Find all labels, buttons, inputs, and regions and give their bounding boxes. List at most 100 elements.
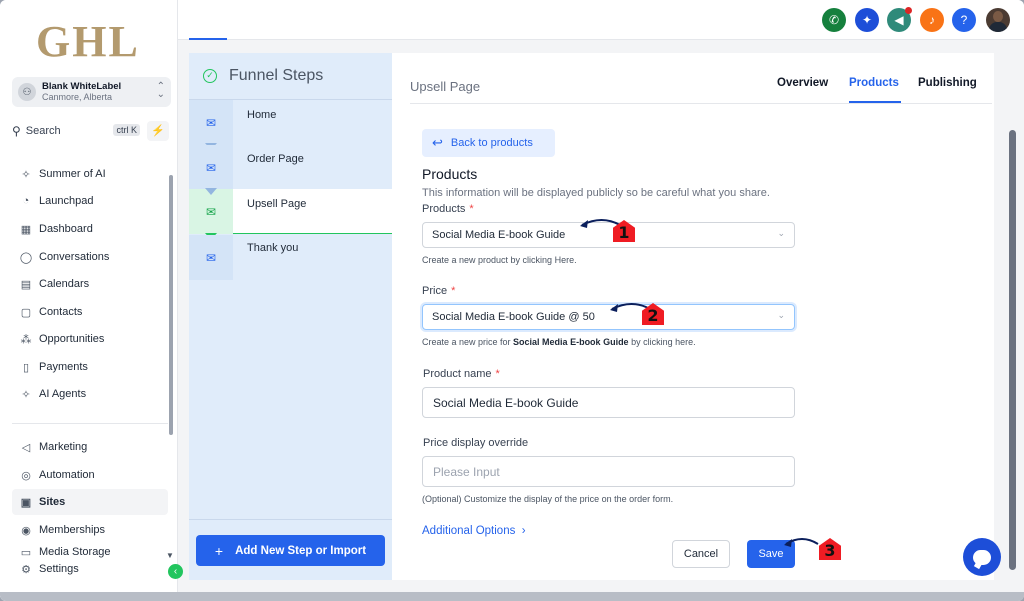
scroll-down-icon[interactable]: ▼ [166, 551, 174, 560]
mail-icon: ✉ [205, 160, 217, 175]
check-circle-icon: ✓ [203, 69, 217, 83]
sidebar-item-label: Sites [39, 496, 66, 508]
product-help: Create a new product by clicking Here. [422, 255, 577, 265]
annotation-marker-3: 3 [819, 538, 841, 560]
collapse-sidebar-icon[interactable]: ‹ [168, 564, 183, 579]
price-label: Price * [422, 285, 456, 297]
grid-icon: ▦ [20, 223, 32, 236]
sidebar-item-label: Calendars [39, 278, 90, 290]
undo-arrow-icon: ↩ [432, 135, 443, 150]
user-avatar[interactable] [986, 8, 1010, 32]
main-panel: Upsell Page Overview Products Publishing… [392, 53, 994, 580]
step-order-page[interactable]: Order Page [247, 153, 304, 165]
rocket-icon: ◔ [22, 195, 30, 207]
phone-icon[interactable]: ✆ [822, 8, 846, 32]
search-shortcut: ctrl K [113, 124, 140, 136]
annotation-marker-2: 2 [642, 303, 664, 325]
automation-icon: ◎ [21, 469, 31, 482]
step-upsell-page[interactable]: Upsell Page [247, 198, 306, 210]
app-window: GHL ⚇ Blank WhiteLabel Canmore, Alberta … [0, 0, 1024, 601]
sidebar-item-sites[interactable]: ▣ Sites [12, 489, 168, 515]
chat-bubble-icon [973, 549, 991, 565]
step-icon-order: ✉ [189, 145, 233, 190]
price-override-input[interactable]: Please Input [422, 456, 795, 487]
sidebar-scrollbar[interactable] [169, 175, 173, 435]
back-label: Back to products [450, 137, 533, 149]
sidebar-item-settings[interactable]: ⚙ Settings [12, 558, 168, 580]
tab-overview[interactable]: Overview [777, 77, 828, 89]
megaphone-icon[interactable]: ◀ [887, 7, 912, 32]
step-icon-upsell: ✉ [189, 189, 233, 234]
search-icon: ⚲ [12, 124, 21, 138]
sidebar-item-opportunities[interactable]: ⁂ Opportunities [12, 326, 168, 352]
additional-options-link[interactable]: Additional Options › [422, 525, 526, 537]
tab-publishing[interactable]: Publishing [918, 77, 977, 89]
opportunities-icon: ⁂ [20, 333, 32, 346]
sidebar-item-label: Media Storage [39, 546, 111, 558]
section-title: Products [422, 166, 478, 182]
mail-icon: ✉ [205, 204, 217, 219]
product-name-input[interactable]: Social Media E-book Guide [422, 387, 795, 418]
sidebar-item-memberships[interactable]: ◉ Memberships [12, 517, 168, 543]
add-new-step-label: Add New Step or Import [235, 544, 367, 557]
account-location: Canmore, Alberta [42, 92, 113, 102]
sidebar-item-calendars[interactable]: ▤ Calendars [12, 271, 168, 297]
step-icon-home: ✉ [189, 100, 233, 145]
sidebar-item-marketing[interactable]: ◁ Marketing [12, 434, 168, 460]
sidebar-item-label: Summer of AI [39, 168, 106, 180]
cancel-button[interactable]: Cancel [672, 540, 730, 568]
sidebar-item-label: Settings [39, 563, 79, 575]
sidebar-item-conversations[interactable]: ◯ Conversations [12, 244, 168, 270]
product-name-label: Product name * [423, 368, 500, 380]
top-accent-line [189, 38, 227, 40]
sidebar-item-ai-agents[interactable]: ✧ AI Agents [12, 381, 168, 407]
chat-widget-button[interactable] [963, 538, 1001, 576]
account-avatar-icon: ⚇ [18, 83, 36, 101]
sidebar-item-media-storage[interactable]: ▭ Media Storage [12, 545, 168, 559]
sidebar-item-automation[interactable]: ◎ Automation [12, 462, 168, 488]
sidebar-item-launchpad[interactable]: ◔ Launchpad [12, 188, 168, 214]
sidebar-item-label: Opportunities [39, 333, 105, 345]
back-to-products-button[interactable]: ↩ Back to products [422, 129, 555, 157]
help-icon[interactable]: ? [952, 8, 976, 32]
step-home[interactable]: Home [247, 109, 276, 121]
sidebar-item-label: Dashboard [39, 223, 93, 235]
chevron-down-icon: ⌄ [777, 228, 785, 238]
quick-action-bolt-icon[interactable]: ⚡ [147, 121, 169, 141]
product-select-value: Social Media E-book Guide [432, 229, 566, 241]
step-upsell-page-row[interactable]: ✉ Upsell Page [189, 189, 392, 234]
funnel-steps-header: ✓ Funnel Steps [189, 53, 392, 99]
product-label: Products * [422, 203, 474, 215]
sidebar-item-payments[interactable]: ▯ Payments [12, 354, 168, 380]
sparkle-icon: ✧ [21, 388, 31, 401]
tab-products[interactable]: Products [849, 77, 899, 89]
sidebar-item-summer-of-ai[interactable]: ✧ Summer of AI [12, 161, 168, 187]
bell-icon[interactable]: ♪ [920, 8, 944, 32]
magic-wand-icon[interactable]: ✦ [855, 8, 879, 32]
sidebar-item-contacts[interactable]: ▢ Contacts [12, 299, 168, 325]
contacts-icon: ▢ [20, 306, 32, 319]
sidebar: GHL ⚇ Blank WhiteLabel Canmore, Alberta … [0, 0, 183, 601]
step-thank-you[interactable]: Thank you [247, 242, 298, 254]
sidebar-item-label: Launchpad [39, 195, 94, 207]
payments-icon: ▯ [22, 361, 30, 374]
step-icon-thank-you: ✉ [189, 235, 233, 280]
sidebar-item-label: Contacts [39, 306, 83, 318]
search-button[interactable]: ⚲ Search ctrl K [12, 120, 144, 142]
sparkle-icon: ✧ [21, 168, 31, 181]
chat-icon: ◯ [19, 251, 33, 264]
section-description: This information will be displayed publi… [422, 187, 770, 199]
main-scrollbar[interactable] [1009, 130, 1016, 570]
account-switcher[interactable]: ⚇ Blank WhiteLabel Canmore, Alberta ⌃ ⌄ [12, 77, 171, 107]
sidebar-item-dashboard[interactable]: ▦ Dashboard [12, 216, 168, 242]
sidebar-item-label: Marketing [39, 441, 88, 453]
plus-icon: + [214, 542, 224, 559]
chevron-right-icon: › [518, 525, 526, 537]
sidebar-item-label: Automation [39, 469, 95, 481]
add-new-step-button[interactable]: + Add New Step or Import [196, 535, 385, 566]
notification-dot [905, 7, 912, 14]
marketing-icon: ◁ [21, 441, 31, 454]
price-select-value: Social Media E-book Guide @ 50 [432, 311, 595, 323]
page-title: Upsell Page [410, 79, 481, 94]
sidebar-item-label: Conversations [39, 251, 110, 263]
